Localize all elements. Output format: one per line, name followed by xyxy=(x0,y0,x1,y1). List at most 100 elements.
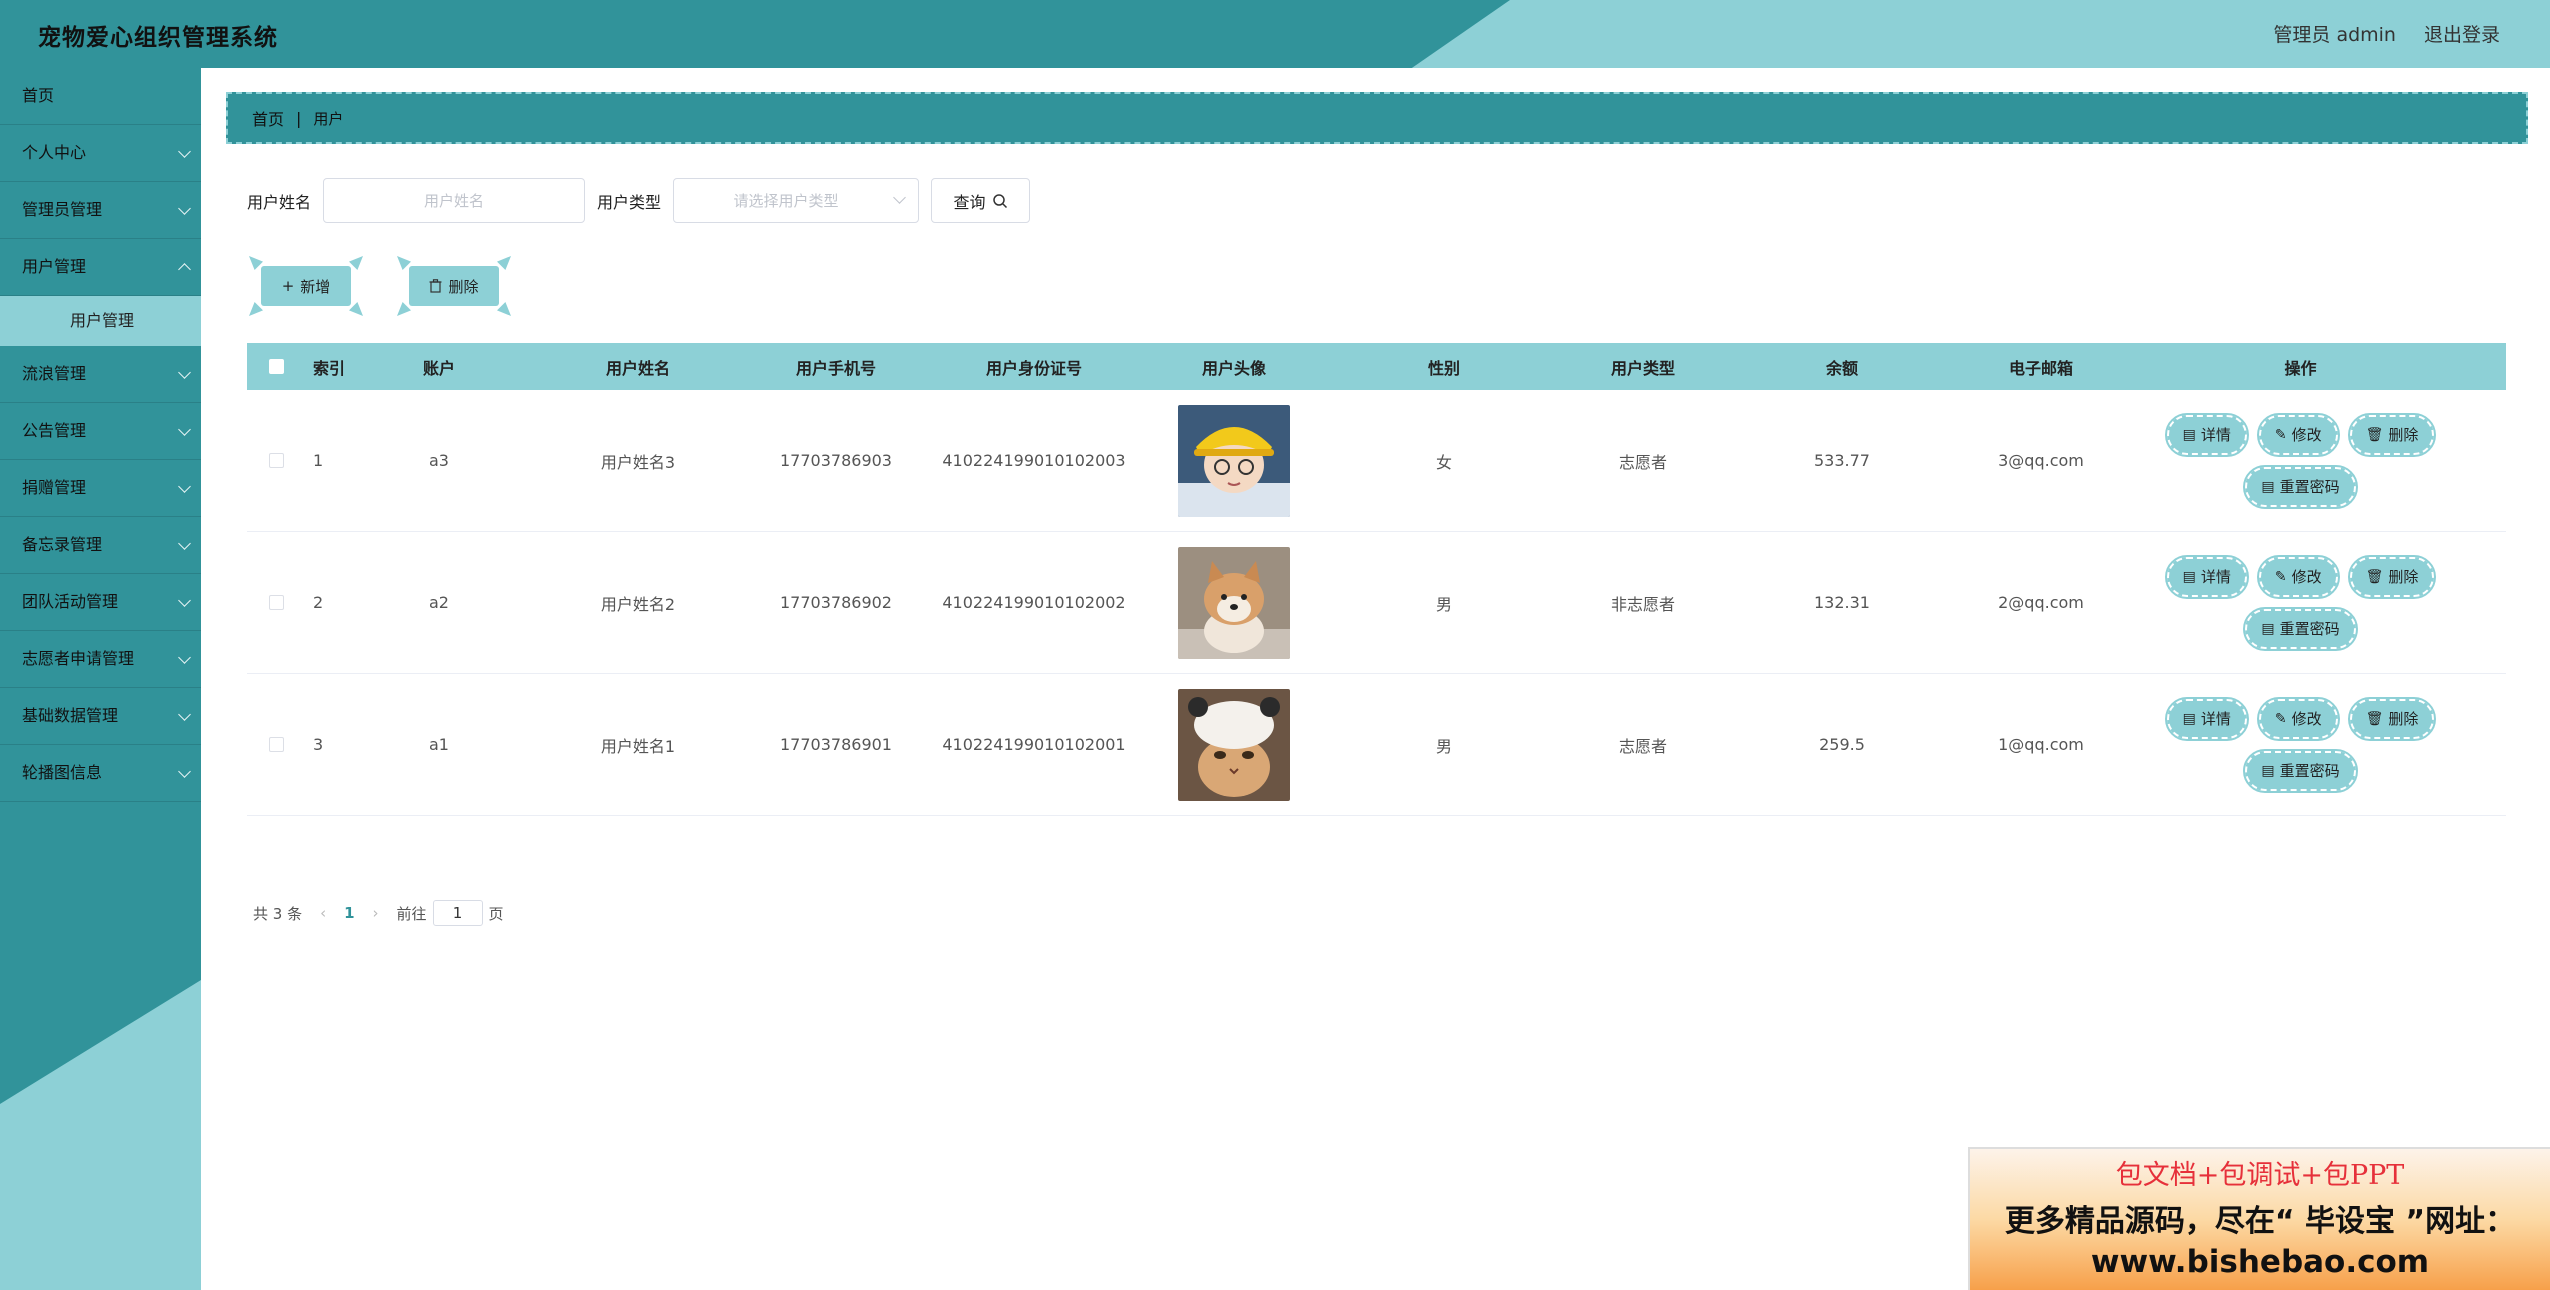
chevron-down-icon xyxy=(178,145,191,158)
goto-page-input[interactable]: 1 xyxy=(432,900,483,926)
cell-account: a2 xyxy=(429,593,449,612)
chevron-left-icon[interactable]: ‹ xyxy=(320,904,326,922)
edit-button[interactable]: ✎ 修改 xyxy=(2256,696,2340,741)
edit-button[interactable]: ✎ 修改 xyxy=(2256,412,2340,457)
advertisement-banner[interactable]: 包文档+包调试+包PPT 更多精品源码，尽在“ 毕设宝 ”网址： www.bis… xyxy=(1968,1147,2550,1290)
goto-prefix: 前往 xyxy=(396,904,427,923)
document-icon: ▤ xyxy=(2261,478,2275,495)
pencil-icon: ✎ xyxy=(2274,568,2287,585)
chevron-right-icon[interactable]: › xyxy=(373,904,379,922)
select-all-checkbox[interactable] xyxy=(268,359,284,374)
detail-button[interactable]: ▤ 详情 xyxy=(2164,412,2249,457)
document-icon: ▤ xyxy=(2182,568,2196,585)
corner-decoration xyxy=(497,302,511,316)
app-title: 宠物爱心组织管理系统 xyxy=(38,25,278,51)
detail-label: 详情 xyxy=(2200,710,2231,728)
column-header: 用户手机号 xyxy=(795,358,876,378)
cell-user-type: 非志愿者 xyxy=(1610,594,1675,614)
sidebar-item-label: 志愿者申请管理 xyxy=(22,649,135,668)
row-delete-button[interactable]: 🗑 删除 xyxy=(2347,554,2437,599)
sidebar-item-label: 捐赠管理 xyxy=(22,478,87,497)
detail-button[interactable]: ▤ 详情 xyxy=(2164,696,2249,741)
reset-password-button[interactable]: ▤ 重置密码 xyxy=(2243,606,2358,651)
cell-sex: 男 xyxy=(1435,594,1452,614)
row-checkbox-cell xyxy=(247,453,305,468)
row-delete-button[interactable]: 🗑 删除 xyxy=(2347,696,2437,741)
row-checkbox[interactable] xyxy=(268,737,284,752)
top-header: 宠物爱心组织管理系统 管理员 admin 退出登录 xyxy=(0,0,2550,68)
action-bar: + 新增 删除 xyxy=(247,256,513,316)
sidebar-item-notices[interactable]: 公告管理 xyxy=(0,403,201,460)
corner-decoration xyxy=(497,256,511,270)
breadcrumb-home[interactable]: 首页 xyxy=(252,106,284,130)
avatar-cat-hat[interactable] xyxy=(1178,688,1290,801)
avatar-cartoon-boy[interactable] xyxy=(1178,404,1290,517)
reset-password-button[interactable]: ▤ 重置密码 xyxy=(2243,748,2358,793)
row-checkbox-cell xyxy=(247,595,305,610)
cell-balance: 259.5 xyxy=(1819,735,1865,754)
sidebar-item-carousel[interactable]: 轮播图信息 xyxy=(0,745,201,802)
sidebar-item-admins[interactable]: 管理员管理 xyxy=(0,182,201,239)
operations-row: ▤ 详情 ✎ 修改 🗑 删除 xyxy=(2164,554,2437,599)
sidebar-item-profile[interactable]: 个人中心 xyxy=(0,125,201,182)
sidebar-subitem-user-management[interactable]: 用户管理 xyxy=(0,296,201,346)
delete-button-body: 删除 xyxy=(409,266,499,306)
breadcrumb-current: 用户 xyxy=(313,109,344,128)
cell-phone: 17703786902 xyxy=(780,593,892,612)
ad-line-2: 更多精品源码，尽在“ 毕设宝 ”网址： xyxy=(2004,1204,2516,1239)
row-checkbox[interactable] xyxy=(268,595,284,610)
chevron-down-icon xyxy=(178,423,191,436)
query-button[interactable]: 查询 xyxy=(931,178,1031,223)
column-header: 性别 xyxy=(1427,358,1460,378)
pagination: 共 3 条 ‹ 1 › 前往 1 页 xyxy=(253,900,504,926)
row-delete-button[interactable]: 🗑 删除 xyxy=(2347,412,2437,457)
table-row: 1 a3 用户姓名3 17703786903 41022419901010200… xyxy=(247,390,2506,532)
reset-label: 重置密码 xyxy=(2279,762,2340,780)
chevron-down-icon xyxy=(893,191,906,204)
detail-button[interactable]: ▤ 详情 xyxy=(2164,554,2249,599)
sidebar-item-users[interactable]: 用户管理 xyxy=(0,239,201,296)
name-search-input[interactable]: 用户姓名 xyxy=(323,178,586,223)
sidebar-item-base-data[interactable]: 基础数据管理 xyxy=(0,688,201,745)
sidebar-item-label: 流浪管理 xyxy=(22,364,87,383)
main-content: 首页 | 用户 用户姓名 用户姓名 用户类型 请选择用户类型 查询 + 新增 删除 xyxy=(201,68,2550,1290)
page-number[interactable]: 1 xyxy=(344,904,354,922)
column-header: 用户身份证号 xyxy=(985,358,1082,378)
chevron-down-icon xyxy=(178,765,191,778)
sidebar-item-label: 轮播图信息 xyxy=(22,763,103,782)
cell-sex: 女 xyxy=(1435,452,1452,472)
goto-suffix: 页 xyxy=(488,904,504,923)
user-type-select[interactable]: 请选择用户类型 xyxy=(673,178,920,223)
delete-button[interactable]: 删除 xyxy=(395,256,513,316)
cell-operations: ▤ 详情 ✎ 修改 🗑 删除 ▤ 重置密码 xyxy=(2095,696,2506,793)
column-header: 用户姓名 xyxy=(605,358,670,378)
chevron-down-icon xyxy=(178,594,191,607)
reset-password-button[interactable]: ▤ 重置密码 xyxy=(2243,464,2358,509)
column-header: 用户类型 xyxy=(1610,358,1675,378)
sidebar-item-label: 公告管理 xyxy=(22,421,87,440)
edit-label: 修改 xyxy=(2291,710,2322,728)
logout-button[interactable]: 退出登录 xyxy=(2424,20,2500,47)
delete-label: 删除 xyxy=(2388,426,2419,444)
sidebar-item-home[interactable]: 首页 xyxy=(0,68,201,125)
chevron-down-icon xyxy=(178,708,191,721)
sidebar: 首页 个人中心 管理员管理 用户管理 用户管理 流浪管理 公告管理 捐赠管理 备… xyxy=(0,68,201,1290)
type-label: 用户类型 xyxy=(597,192,662,212)
sidebar-item-team-activities[interactable]: 团队活动管理 xyxy=(0,574,201,631)
sidebar-item-stray[interactable]: 流浪管理 xyxy=(0,346,201,403)
avatar-shiba-dog[interactable] xyxy=(1178,546,1290,659)
edit-button[interactable]: ✎ 修改 xyxy=(2256,554,2340,599)
cell-email: 1@qq.com xyxy=(1998,735,2084,754)
column-header: 用户头像 xyxy=(1201,358,1266,378)
sidebar-item-donations[interactable]: 捐赠管理 xyxy=(0,460,201,517)
document-icon: ▤ xyxy=(2182,426,2196,443)
add-button[interactable]: + 新增 xyxy=(247,256,365,316)
sidebar-item-volunteer-applications[interactable]: 志愿者申请管理 xyxy=(0,631,201,688)
cell-balance: 132.31 xyxy=(1814,593,1870,612)
chevron-down-icon xyxy=(178,202,191,215)
corner-decoration xyxy=(349,302,363,316)
admin-label[interactable]: 管理员 admin xyxy=(2273,20,2396,47)
breadcrumb: 首页 | 用户 xyxy=(226,92,2528,144)
sidebar-item-memos[interactable]: 备忘录管理 xyxy=(0,517,201,574)
row-checkbox[interactable] xyxy=(268,453,284,468)
